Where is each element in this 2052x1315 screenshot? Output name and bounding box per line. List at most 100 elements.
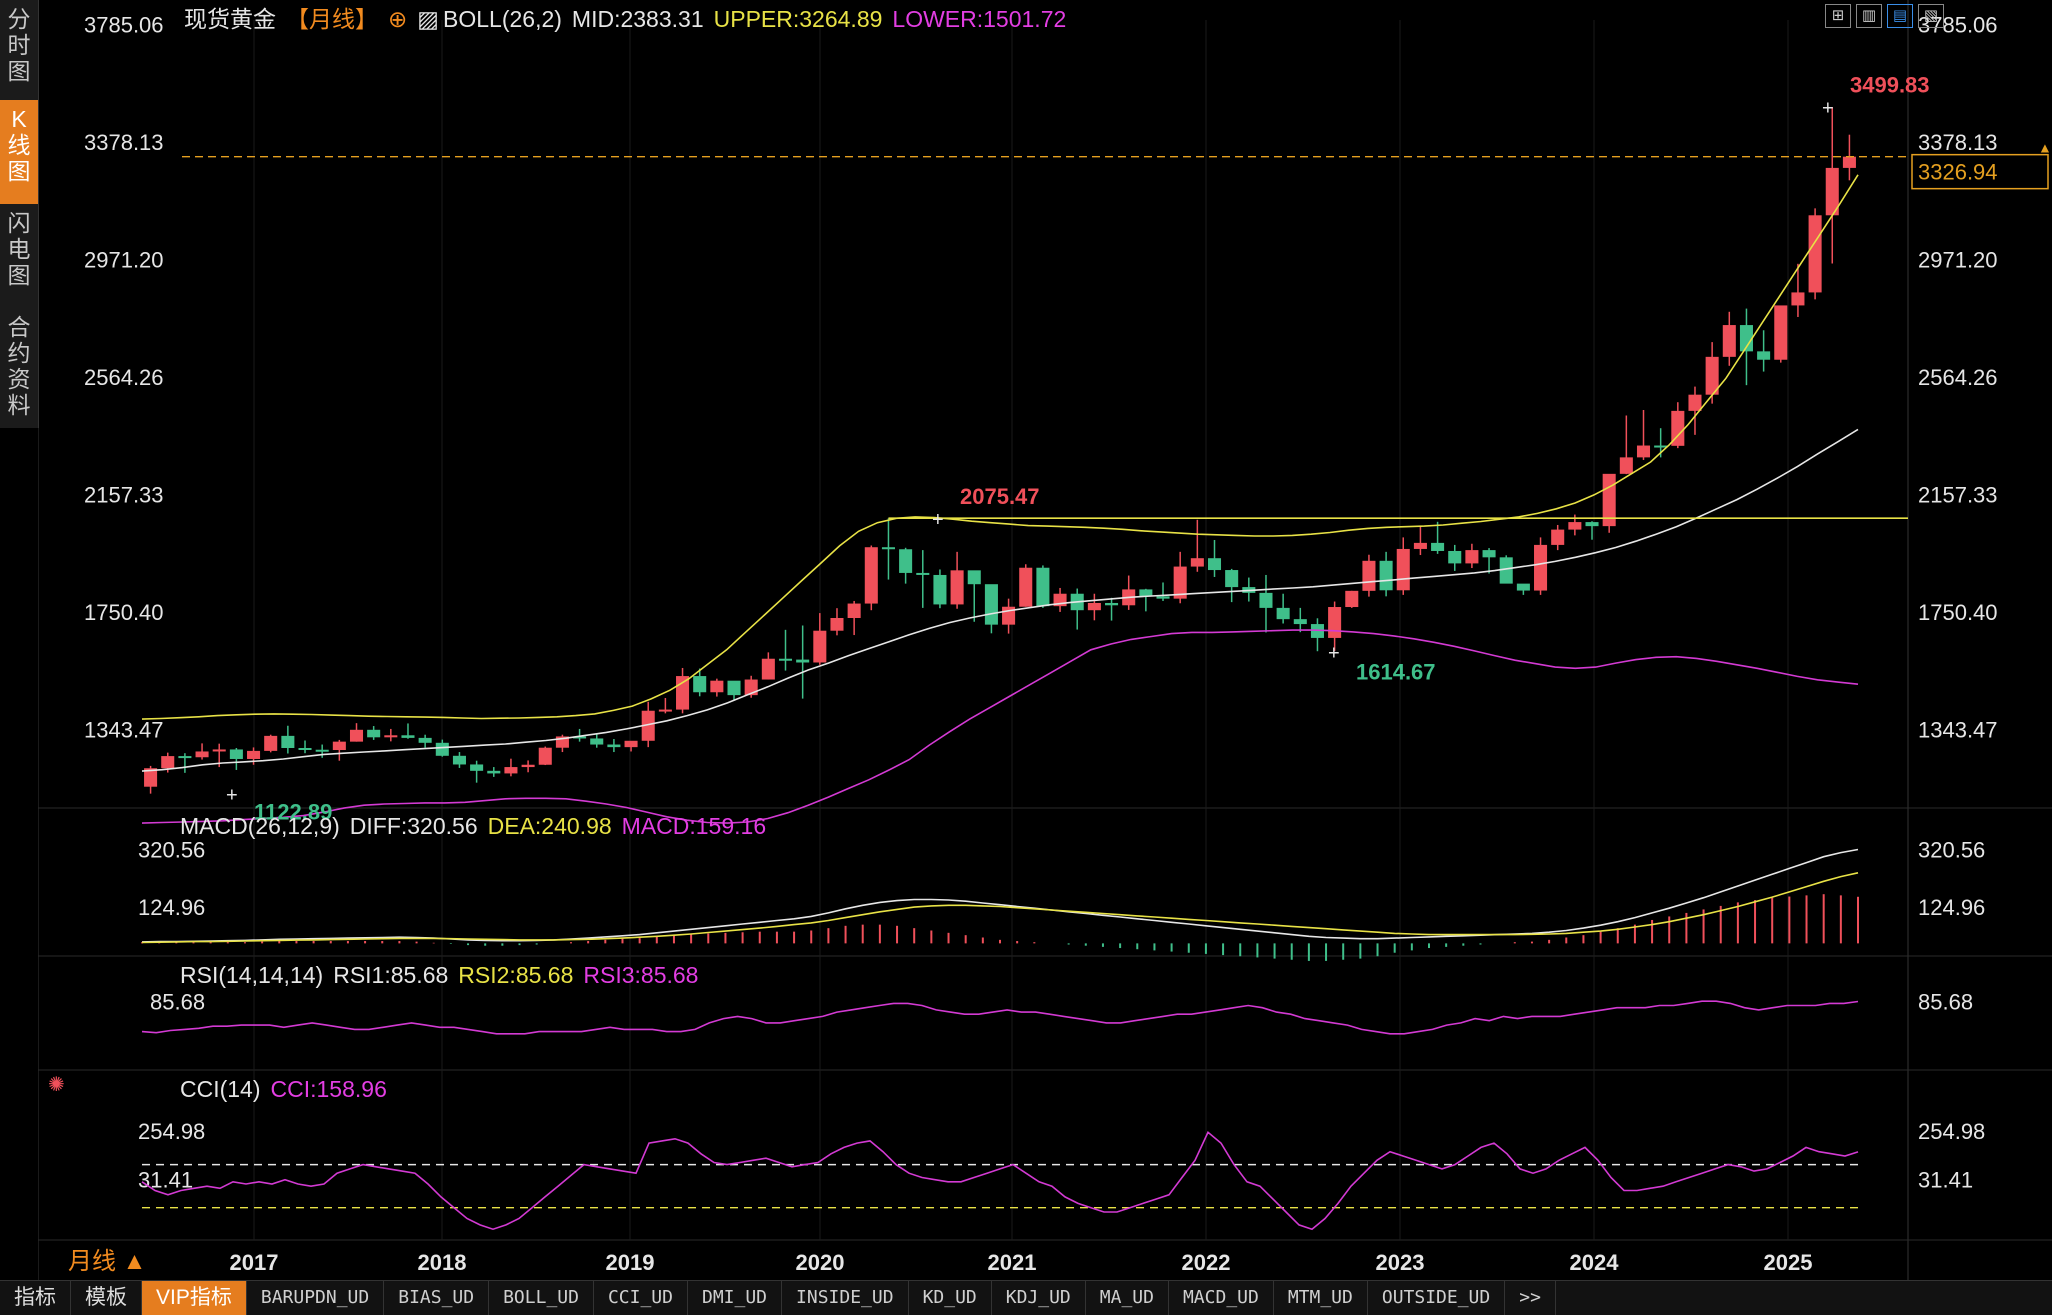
price-tick-right-2: 2971.20 — [1918, 247, 1998, 272]
settings-gear-icon[interactable]: ✺ — [48, 1072, 65, 1097]
boll-lower-line — [141, 629, 1859, 824]
candle-body-11 — [332, 741, 346, 751]
candle-body-6 — [247, 750, 261, 759]
indicator-tab-bar: 指标 模板 VIP指标 BARUPDN_UD BIAS_UD BOLL_UD CCI_UD D… — [0, 1280, 2052, 1315]
price-tick-left-4: 2157.33 — [84, 483, 164, 508]
price-tick-right-3: 2564.26 — [1918, 365, 1998, 390]
boll-mid: MID:2383.31 — [571, 6, 704, 32]
candle-body-90 — [1688, 394, 1702, 411]
candle-body-42 — [864, 547, 878, 604]
rsi-tick-right-0: 85.68 — [1918, 990, 1973, 1015]
year-label-2020: 2020 — [796, 1250, 845, 1275]
candle-body-4 — [212, 749, 226, 752]
bottom-tab-2[interactable]: VIP指标 — [142, 1281, 247, 1315]
bottom-tab-3[interactable]: BARUPDN_UD — [247, 1281, 385, 1315]
year-label-2023: 2023 — [1376, 1250, 1425, 1275]
cci-tick-left-0: 254.98 — [138, 1119, 205, 1144]
bottom-tab-14[interactable]: OUTSIDE_UD — [1368, 1281, 1506, 1315]
bottom-tab-0[interactable]: 指标 — [0, 1281, 71, 1315]
year-label-2019: 2019 — [606, 1250, 655, 1275]
period-selector[interactable]: 月线 ▲ — [68, 1248, 146, 1276]
rsi2-value: RSI2:85.68 — [458, 962, 574, 988]
rsi-name: RSI(14,14,14) — [180, 962, 324, 988]
macd-tick-right-1: 124.96 — [1918, 895, 1985, 920]
candle-body-8 — [281, 735, 295, 748]
price-tick-left-3: 2564.26 — [84, 365, 164, 390]
side-tab-2[interactable]: 闪电图 — [0, 204, 38, 308]
bottom-tab-8[interactable]: INSIDE_UD — [782, 1281, 909, 1315]
candle-body-96 — [1791, 292, 1805, 306]
bottom-tab-15[interactable]: >> — [1505, 1281, 1556, 1315]
price-annotation-2: 1614.67 — [1356, 659, 1436, 684]
last-price-arrow-icon: ▲ — [2038, 140, 2052, 156]
window-button-2[interactable]: ▤ — [1887, 4, 1913, 28]
price-tick-left-6: 1343.47 — [84, 718, 164, 743]
price-tick-right-1: 3378.13 — [1918, 130, 1998, 155]
side-tab-1[interactable]: K线图 — [0, 100, 38, 204]
price-tick-left-5: 1750.40 — [84, 600, 164, 625]
candle-body-97 — [1808, 215, 1822, 293]
year-label-2024: 2024 — [1570, 1250, 1620, 1275]
candle-body-82 — [1551, 529, 1565, 545]
window-button-3[interactable]: ▧ — [1918, 4, 1944, 28]
cci-line — [141, 1131, 1859, 1231]
window-buttons: ⊞ ▥ ▤ ▧ — [1825, 4, 1949, 30]
candle-body-84 — [1585, 522, 1599, 527]
price-tick-left-2: 2971.20 — [84, 247, 164, 272]
instrument-name: 现货黄金 — [184, 6, 276, 32]
bottom-tab-13[interactable]: MTM_UD — [1274, 1281, 1368, 1315]
side-tab-0[interactable]: 分时图 — [0, 0, 38, 100]
candle-body-77 — [1465, 550, 1479, 564]
macd-diff: DIFF:320.56 — [349, 813, 478, 839]
candle-body-81 — [1534, 544, 1548, 591]
bottom-tab-12[interactable]: MACD_UD — [1169, 1281, 1274, 1315]
candle-body-72 — [1379, 560, 1393, 591]
macd-name: MACD(26,12,9) — [180, 813, 340, 839]
candle-body-27 — [607, 744, 621, 748]
candle-body-49 — [984, 584, 998, 625]
price-tick-right-5: 1750.40 — [1918, 600, 1998, 625]
candle-body-1 — [161, 756, 175, 769]
macd-diff-line — [141, 848, 1859, 943]
candle-body-80 — [1516, 583, 1530, 591]
candle-body-45 — [916, 572, 930, 575]
indicator-icon[interactable]: ▨ — [417, 6, 439, 32]
window-button-0[interactable]: ⊞ — [1825, 4, 1851, 28]
candle-body-99 — [1842, 156, 1856, 168]
price-annotation-1: 2075.47 — [960, 484, 1040, 509]
price-annotation-0: 3499.83 — [1850, 73, 1930, 98]
candle-body-34 — [727, 680, 741, 696]
chart-area[interactable]: 2017 2018 2019 2020 2021 2022 2023 2024 2025 3785… — [38, 0, 2052, 1280]
bottom-tab-4[interactable]: BIAS_UD — [384, 1281, 490, 1315]
candle-body-66 — [1276, 607, 1290, 620]
candle-body-16 — [418, 737, 432, 743]
period-tag: 【月线】 — [286, 6, 378, 32]
cci-tick-right-0: 254.98 — [1918, 1119, 1985, 1144]
candle-body-52 — [1036, 567, 1050, 607]
candle-body-3 — [195, 751, 209, 758]
candle-body-86 — [1619, 457, 1633, 474]
bottom-tab-6[interactable]: CCI_UD — [594, 1281, 688, 1315]
side-tab-3[interactable]: 合约资料 — [0, 308, 38, 424]
candle-body-47 — [950, 570, 964, 605]
rsi3-value: RSI3:85.68 — [583, 962, 699, 988]
bottom-tab-9[interactable]: KD_UD — [909, 1281, 992, 1315]
bottom-tab-5[interactable]: BOLL_UD — [489, 1281, 594, 1315]
candle-body-9 — [298, 748, 312, 750]
last-price-label: 3326.94 — [1918, 160, 1998, 185]
candle-body-67 — [1293, 619, 1307, 625]
price-tick-right-6: 1343.47 — [1918, 718, 1998, 743]
window-button-1[interactable]: ▥ — [1856, 4, 1882, 28]
candle-body-56 — [1105, 602, 1119, 606]
candle-body-70 — [1345, 590, 1359, 608]
candle-body-32 — [693, 676, 707, 693]
bottom-tab-7[interactable]: DMI_UD — [688, 1281, 783, 1315]
bottom-tab-10[interactable]: KDJ_UD — [992, 1281, 1086, 1315]
candle-body-62 — [1207, 558, 1222, 571]
bottom-tab-1[interactable]: 模板 — [71, 1281, 142, 1315]
crosshair-icon[interactable]: ⊕ — [388, 6, 407, 32]
bottom-tab-11[interactable]: MA_UD — [1086, 1281, 1169, 1315]
macd-tick-left-1: 124.96 — [138, 895, 205, 920]
candle-body-41 — [847, 603, 861, 618]
candle-body-79 — [1499, 557, 1513, 584]
